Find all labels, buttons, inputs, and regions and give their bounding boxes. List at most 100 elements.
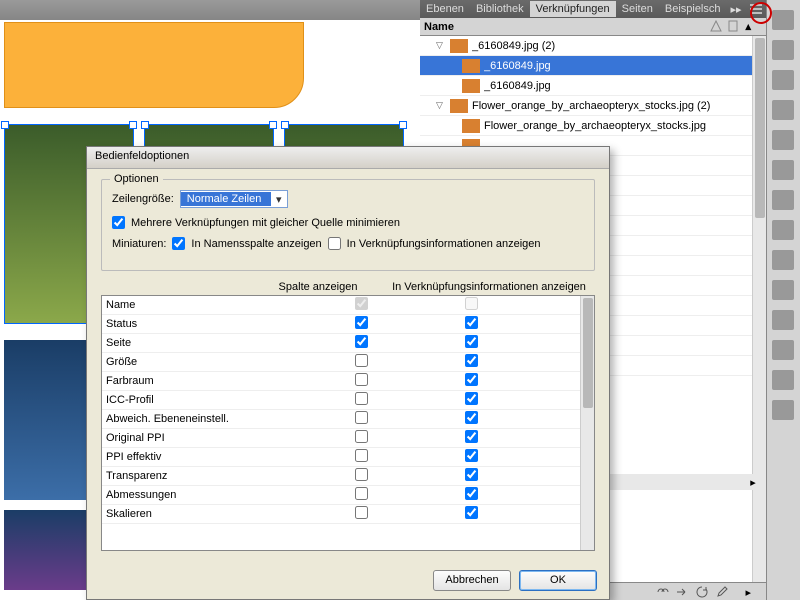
- show-column-checkbox[interactable]: [355, 373, 368, 386]
- edit-original-icon[interactable]: [716, 586, 730, 598]
- tab-bibliothek[interactable]: Bibliothek: [470, 1, 530, 17]
- dropdown-arrow-icon: ▾: [271, 193, 287, 206]
- show-column-checkbox[interactable]: [355, 392, 368, 405]
- option-name: ICC-Profil: [106, 394, 306, 406]
- option-row: Seite: [102, 334, 594, 353]
- show-column-checkbox[interactable]: [355, 335, 368, 348]
- vertical-scrollbar[interactable]: [580, 296, 594, 550]
- dock-icon[interactable]: [772, 280, 794, 300]
- show-info-checkbox[interactable]: [465, 430, 478, 443]
- scroll-thumb[interactable]: [755, 38, 765, 218]
- show-column-checkbox[interactable]: [355, 487, 368, 500]
- show-info-checkbox[interactable]: [465, 506, 478, 519]
- thumbs-name-checkbox[interactable]: [172, 237, 185, 250]
- scroll-thumb[interactable]: [583, 298, 593, 408]
- disclosure-icon[interactable]: ▽: [436, 40, 446, 51]
- sort-icon[interactable]: ▴: [746, 20, 762, 34]
- tab-beispielsch[interactable]: Beispielsch: [659, 1, 727, 17]
- link-thumbnail: [450, 39, 468, 53]
- options-list[interactable]: NameStatusSeiteGrößeFarbraumICC-ProfilAb…: [101, 295, 595, 551]
- orange-frame[interactable]: [4, 22, 304, 108]
- option-row: ICC-Profil: [102, 391, 594, 410]
- show-info-checkbox[interactable]: [465, 335, 478, 348]
- dock-icon[interactable]: [772, 250, 794, 270]
- dock-icon[interactable]: [772, 340, 794, 360]
- show-info-checkbox[interactable]: [465, 392, 478, 405]
- show-info-checkbox[interactable]: [465, 297, 478, 310]
- dock-icon[interactable]: [772, 220, 794, 240]
- show-info-checkbox[interactable]: [465, 487, 478, 500]
- status-col-icon[interactable]: [710, 20, 726, 34]
- option-name: Abweich. Ebeneneinstell.: [106, 413, 306, 425]
- show-column-checkbox[interactable]: [355, 316, 368, 329]
- tab-verknuepfungen[interactable]: Verknüpfungen: [530, 1, 616, 17]
- dock-icon[interactable]: [772, 40, 794, 60]
- show-column-checkbox[interactable]: [355, 449, 368, 462]
- option-row: Transparenz: [102, 467, 594, 486]
- option-name: Original PPI: [106, 432, 306, 444]
- placed-image[interactable]: [4, 510, 94, 590]
- link-name: _6160849.jpg: [484, 80, 748, 92]
- dock-icon[interactable]: [772, 190, 794, 210]
- expand-icon[interactable]: ▸: [746, 586, 760, 598]
- panel-menu-icon[interactable]: [749, 2, 763, 16]
- option-name: Größe: [106, 356, 306, 368]
- cancel-button[interactable]: Abbrechen: [433, 570, 511, 591]
- dock-icon[interactable]: [772, 160, 794, 180]
- goto-link-icon[interactable]: [676, 586, 690, 598]
- dialog-buttons: Abbrechen OK: [87, 561, 609, 599]
- option-name: Status: [106, 318, 306, 330]
- show-info-checkbox[interactable]: [465, 354, 478, 367]
- row-size-label: Zeilengröße:: [112, 193, 174, 205]
- page-col-icon[interactable]: [728, 20, 744, 34]
- placed-image[interactable]: [4, 340, 94, 500]
- row-size-select[interactable]: Normale Zeilen ▾: [180, 190, 288, 208]
- vertical-scrollbar[interactable]: [752, 36, 766, 582]
- options-group: Optionen Zeilengröße: Normale Zeilen ▾ M…: [101, 179, 595, 271]
- option-headers: Spalte anzeigen In Verknüpfungsinformati…: [101, 279, 595, 295]
- disclosure-icon[interactable]: ▽: [436, 100, 446, 111]
- show-info-checkbox[interactable]: [465, 468, 478, 481]
- dock-icon[interactable]: [772, 400, 794, 420]
- link-thumbnail: [462, 59, 480, 73]
- tabs-overflow-icon[interactable]: ▸▸: [727, 3, 746, 16]
- tab-ebenen[interactable]: Ebenen: [420, 1, 470, 17]
- row-size-value: Normale Zeilen: [181, 192, 271, 206]
- link-name: _6160849.jpg (2): [472, 40, 748, 52]
- link-row[interactable]: Flower_orange_by_archaeopteryx_stocks.jp…: [420, 116, 766, 136]
- update-link-icon[interactable]: [696, 586, 710, 598]
- show-column-checkbox[interactable]: [355, 354, 368, 367]
- dock-icon[interactable]: [772, 10, 794, 30]
- header-show-info: In Verknüpfungsinformationen anzeigen: [383, 281, 595, 293]
- option-name: Seite: [106, 337, 306, 349]
- link-row[interactable]: ▽Flower_orange_by_archaeopteryx_stocks.j…: [420, 96, 766, 116]
- option-row: Größe: [102, 353, 594, 372]
- show-column-checkbox[interactable]: [355, 506, 368, 519]
- option-row: Abweich. Ebeneneinstell.: [102, 410, 594, 429]
- option-name: Abmessungen: [106, 489, 306, 501]
- show-column-checkbox[interactable]: [355, 411, 368, 424]
- ok-button[interactable]: OK: [519, 570, 597, 591]
- dock-icon[interactable]: [772, 130, 794, 150]
- thumbs-info-checkbox[interactable]: [328, 237, 341, 250]
- show-info-checkbox[interactable]: [465, 373, 478, 386]
- dock-icon[interactable]: [772, 310, 794, 330]
- dock-icon[interactable]: [772, 100, 794, 120]
- app-toolbar: [0, 0, 420, 20]
- link-row[interactable]: _6160849.jpg3: [420, 56, 766, 76]
- scroll-right-icon[interactable]: ▸: [746, 476, 760, 489]
- show-info-checkbox[interactable]: [465, 411, 478, 424]
- dock-icon[interactable]: [772, 70, 794, 90]
- link-row[interactable]: ▽ _6160849.jpg (2): [420, 36, 766, 56]
- tab-seiten[interactable]: Seiten: [616, 1, 659, 17]
- link-row[interactable]: _6160849.jpg7: [420, 76, 766, 96]
- dock-icon[interactable]: [772, 370, 794, 390]
- show-info-checkbox[interactable]: [465, 316, 478, 329]
- show-column-checkbox[interactable]: [355, 297, 368, 310]
- minimize-checkbox[interactable]: [112, 216, 125, 229]
- show-column-checkbox[interactable]: [355, 430, 368, 443]
- show-info-checkbox[interactable]: [465, 449, 478, 462]
- col-name[interactable]: Name: [424, 21, 708, 33]
- relink-icon[interactable]: [656, 586, 670, 598]
- show-column-checkbox[interactable]: [355, 468, 368, 481]
